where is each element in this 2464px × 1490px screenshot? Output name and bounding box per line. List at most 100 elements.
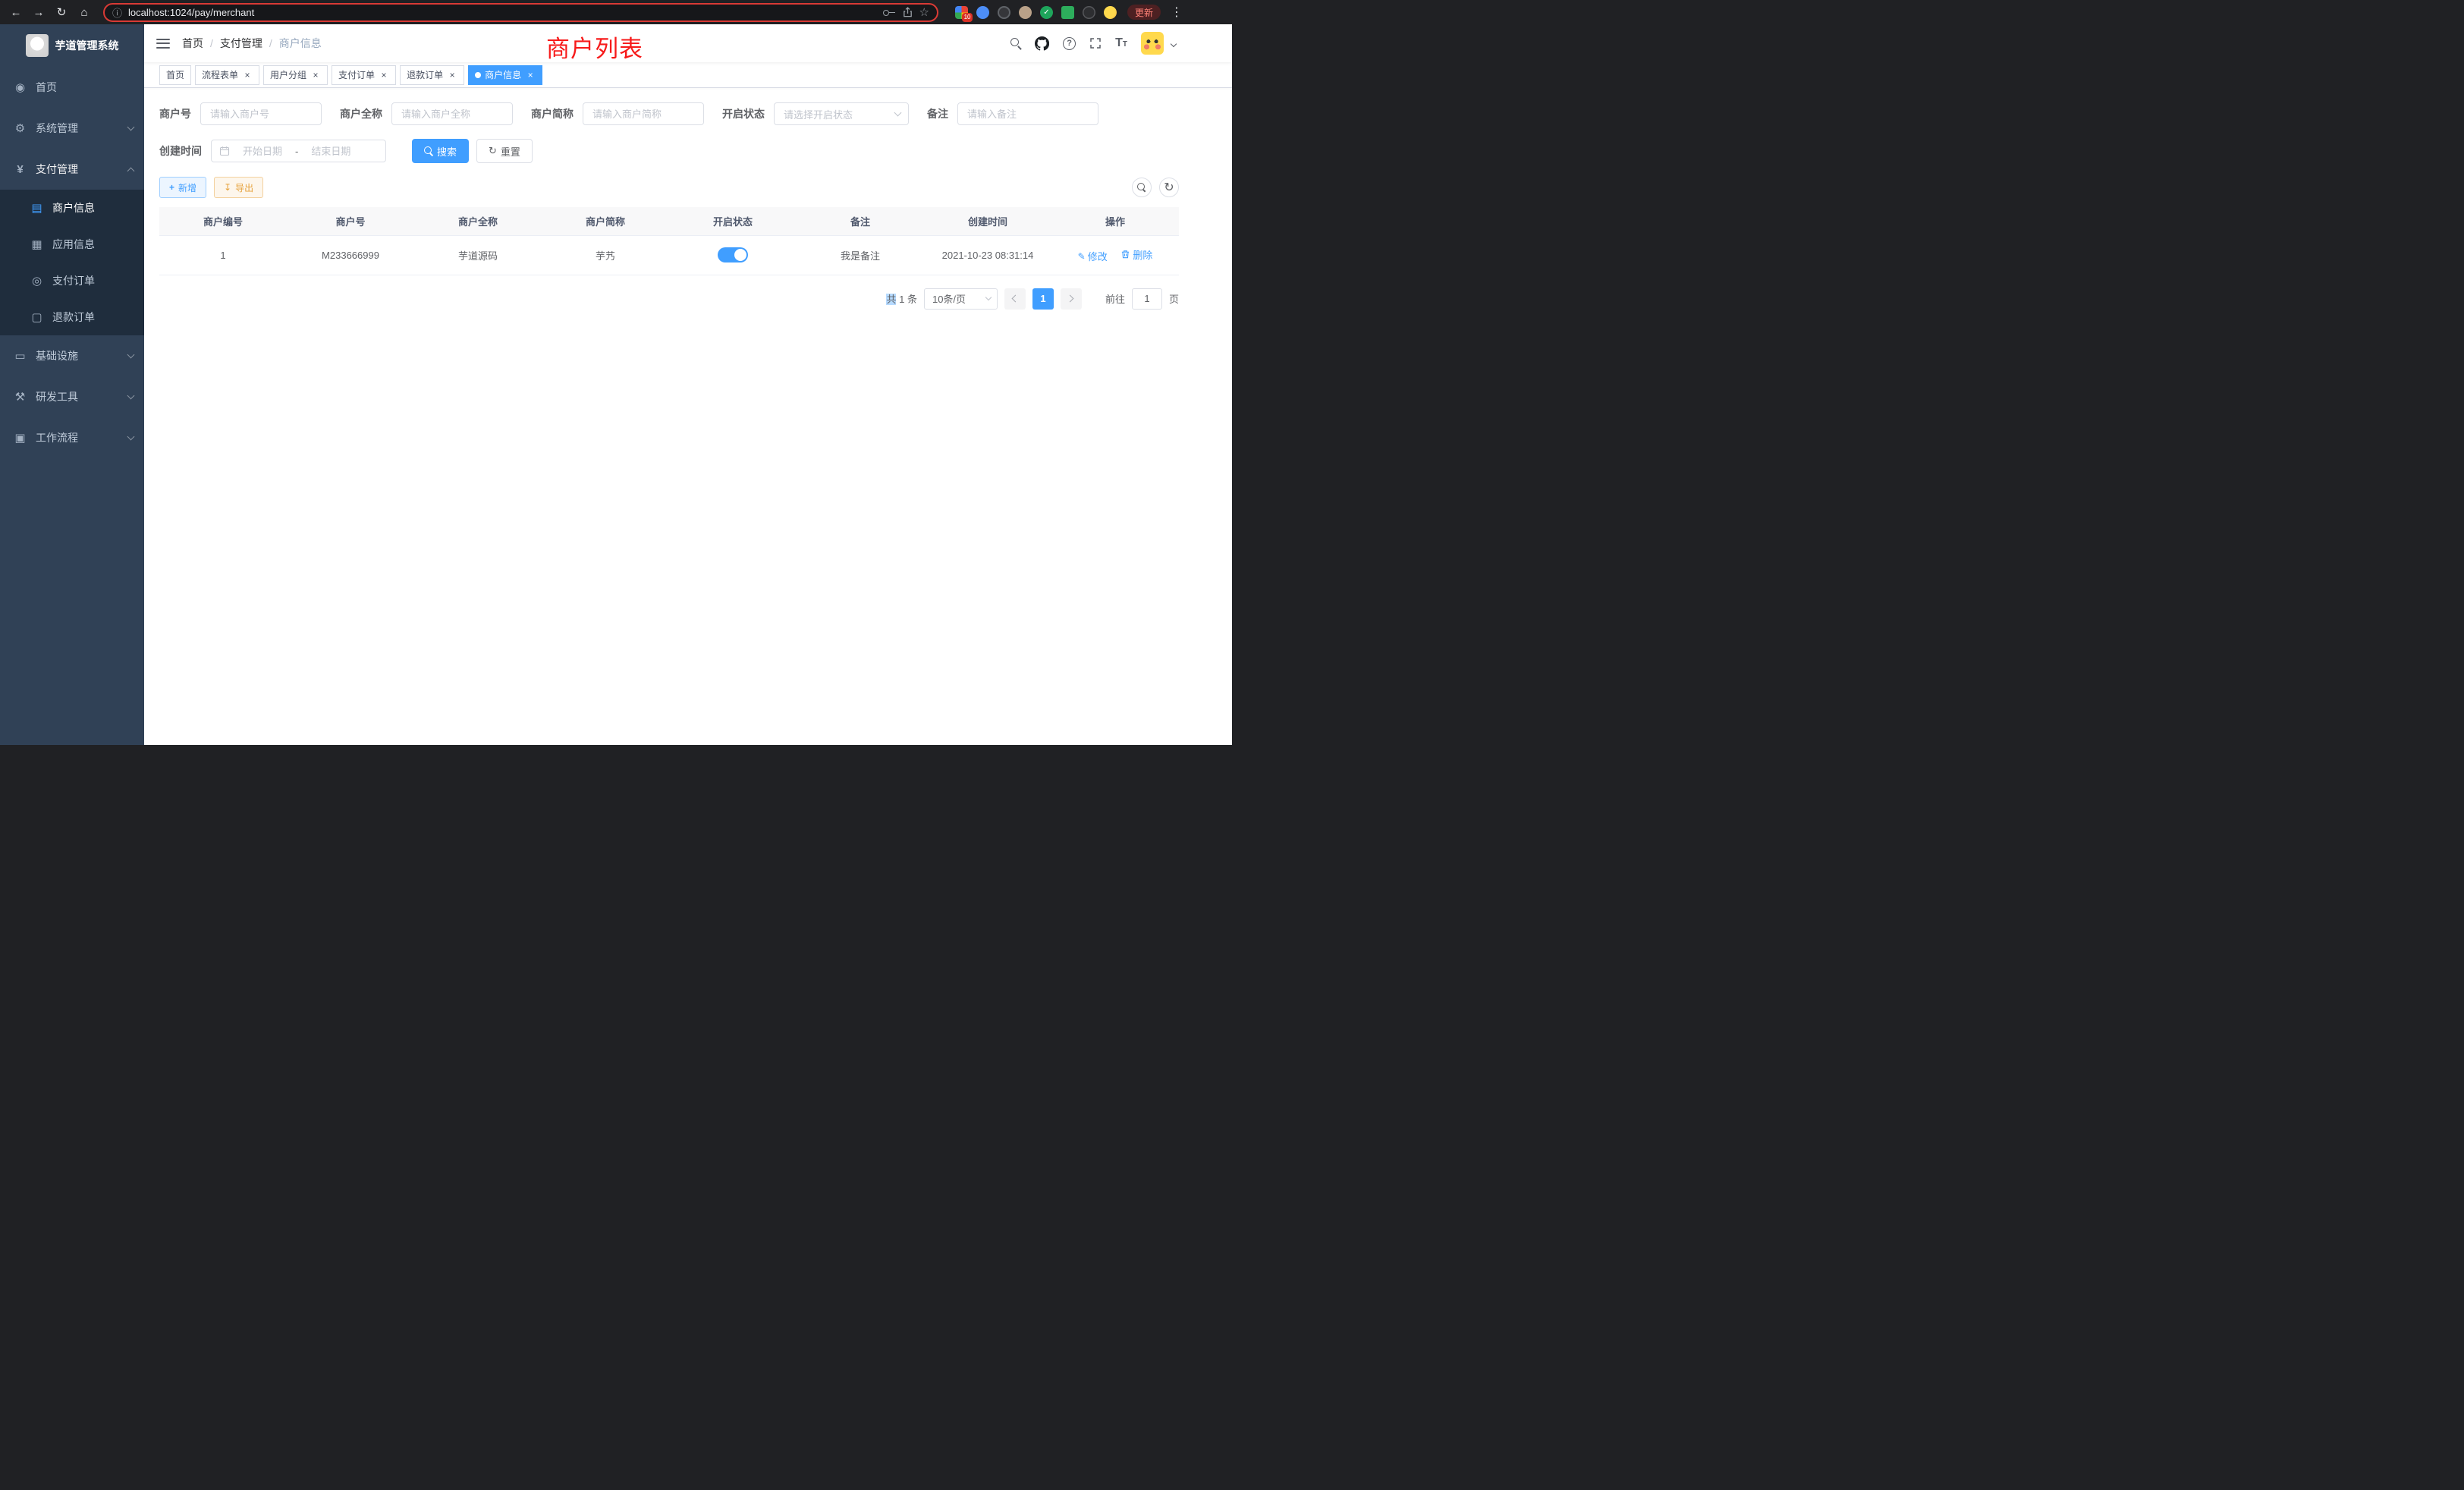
merchant-table: 商户编号 商户号 商户全称 商户简称 开启状态 备注 创建时间 操作 1 M23… xyxy=(159,207,1179,275)
page-size-select[interactable]: 10条/页 xyxy=(924,288,998,310)
table-header: 商户编号 商户号 商户全称 商户简称 开启状态 备注 创建时间 操作 xyxy=(159,207,1179,235)
main-area: 商户列表 首页 / 支付管理 / 商户信息 首页 xyxy=(144,24,1232,745)
browser-menu-icon[interactable] xyxy=(1167,2,1186,22)
home-icon[interactable] xyxy=(74,2,94,22)
extension-drop-icon[interactable] xyxy=(976,6,989,19)
fullscreen-icon[interactable] xyxy=(1089,37,1102,49)
extensions-grid-icon[interactable]: 10 xyxy=(955,6,968,19)
browser-profile-avatar[interactable] xyxy=(1104,6,1117,19)
next-page-button[interactable] xyxy=(1061,288,1082,310)
extension-check-icon[interactable] xyxy=(1040,6,1053,19)
chevron-down-icon xyxy=(127,124,135,131)
site-info-icon[interactable] xyxy=(112,5,122,20)
breadcrumb-payment[interactable]: 支付管理 xyxy=(220,36,262,51)
extension-pinwheel-icon[interactable] xyxy=(1083,6,1095,19)
logo-image xyxy=(26,34,49,57)
merchant-no-input[interactable] xyxy=(200,102,322,125)
tab-user-group[interactable]: 用户分组 xyxy=(263,65,328,85)
sidebar-item-home[interactable]: 首页 xyxy=(0,67,144,108)
breadcrumb-home[interactable]: 首页 xyxy=(182,36,203,51)
sidebar-item-label: 基础设施 xyxy=(36,348,78,363)
page-1-button[interactable]: 1 xyxy=(1032,288,1054,310)
form-item-short-name: 商户简称 xyxy=(531,102,704,125)
chevron-right-icon xyxy=(1067,295,1074,303)
sidebar-item-label: 应用信息 xyxy=(52,237,95,252)
tab-process-form[interactable]: 流程表单 xyxy=(195,65,259,85)
user-avatar[interactable] xyxy=(1141,32,1164,55)
status-toggle[interactable] xyxy=(718,247,748,262)
extension-avatar-icon[interactable] xyxy=(1019,6,1032,19)
search-button[interactable]: 搜索 xyxy=(412,139,469,163)
status-select[interactable]: 请选择开启状态 xyxy=(774,102,909,125)
reset-button[interactable]: 重置 xyxy=(476,139,533,163)
chevron-down-icon xyxy=(894,109,902,117)
sidebar-item-workflow[interactable]: 工作流程 xyxy=(0,417,144,458)
tab-close-icon[interactable] xyxy=(242,70,253,80)
tab-close-icon[interactable] xyxy=(447,70,457,80)
sidebar-item-infrastructure[interactable]: 基础设施 xyxy=(0,335,144,376)
merchant-icon xyxy=(30,201,44,215)
edit-link[interactable]: 修改 xyxy=(1078,249,1108,263)
back-icon[interactable] xyxy=(6,2,26,22)
download-icon xyxy=(224,182,231,193)
form-item-merchant-name: 商户全称 xyxy=(340,102,513,125)
github-icon[interactable] xyxy=(1035,36,1049,51)
field-label: 创建时间 xyxy=(159,143,211,159)
bookmark-star-icon[interactable] xyxy=(919,5,929,19)
extension-badge: 10 xyxy=(962,13,973,22)
font-size-icon[interactable] xyxy=(1115,36,1127,50)
user-menu-caret-icon[interactable] xyxy=(1171,36,1176,50)
sidebar-item-system[interactable]: 系统管理 xyxy=(0,108,144,149)
sidebar-item-label: 首页 xyxy=(36,80,57,95)
goto-page-input[interactable] xyxy=(1132,288,1162,310)
sidebar-item-refund-order[interactable]: 退款订单 xyxy=(0,299,144,335)
sidebar-item-dev-tools[interactable]: 研发工具 xyxy=(0,376,144,417)
refresh-table-button[interactable] xyxy=(1159,178,1179,197)
sidebar-item-merchant-info[interactable]: 商户信息 xyxy=(0,190,144,226)
remark-input[interactable] xyxy=(957,102,1098,125)
search-icon[interactable] xyxy=(1010,38,1021,49)
sidebar-item-pay-order[interactable]: 支付订单 xyxy=(0,262,144,299)
goto-label: 前往 xyxy=(1105,291,1125,306)
tab-pay-order[interactable]: 支付订单 xyxy=(332,65,396,85)
col-merchant-no: 商户号 xyxy=(287,207,414,235)
reload-icon[interactable] xyxy=(52,2,71,22)
help-icon[interactable] xyxy=(1063,37,1076,50)
sidebar-item-payment[interactable]: 支付管理 xyxy=(0,149,144,190)
short-name-input[interactable] xyxy=(583,102,704,125)
refund-icon xyxy=(30,310,44,324)
chevron-down-icon xyxy=(127,392,135,400)
form-item-merchant-no: 商户号 xyxy=(159,102,322,125)
tab-refund-order[interactable]: 退款订单 xyxy=(400,65,464,85)
extension-dark-icon[interactable] xyxy=(998,6,1010,19)
app-logo[interactable]: 芋道管理系统 xyxy=(0,24,144,67)
create-time-range-picker[interactable]: - xyxy=(211,140,386,162)
add-button[interactable]: 新增 xyxy=(159,177,206,198)
delete-link[interactable]: 删除 xyxy=(1120,247,1152,262)
password-key-icon[interactable] xyxy=(883,7,896,17)
tab-merchant-info[interactable]: 商户信息 xyxy=(468,65,542,85)
start-date-input[interactable] xyxy=(234,146,291,157)
extension-square-icon[interactable] xyxy=(1061,6,1074,19)
cell-short-name: 芋艿 xyxy=(542,235,669,275)
sidebar-item-app-info[interactable]: 应用信息 xyxy=(0,226,144,262)
tabs-bar: 首页 流程表单 用户分组 支付订单 退款订单 商户信息 xyxy=(144,62,1232,88)
share-icon[interactable] xyxy=(902,6,913,18)
export-button[interactable]: 导出 xyxy=(214,177,263,198)
chevron-down-icon xyxy=(127,351,135,359)
tab-close-icon[interactable] xyxy=(310,70,321,80)
forward-icon[interactable] xyxy=(29,2,49,22)
address-bar[interactable]: localhost:1024/pay/merchant xyxy=(103,3,938,22)
merchant-name-input[interactable] xyxy=(391,102,513,125)
browser-update-button[interactable]: 更新 xyxy=(1127,5,1161,20)
breadcrumb-current: 商户信息 xyxy=(279,36,322,51)
tab-home[interactable]: 首页 xyxy=(159,65,191,85)
cell-remark: 我是备注 xyxy=(797,235,924,275)
toggle-knob xyxy=(734,249,746,261)
tab-close-icon[interactable] xyxy=(379,70,389,80)
sidebar-toggle-icon[interactable] xyxy=(156,39,170,49)
toggle-search-button[interactable] xyxy=(1132,178,1152,197)
end-date-input[interactable] xyxy=(303,146,359,157)
tab-close-icon[interactable] xyxy=(525,70,536,80)
prev-page-button[interactable] xyxy=(1004,288,1026,310)
